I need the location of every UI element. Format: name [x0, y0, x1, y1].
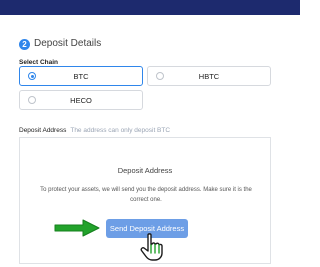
panel-title: Deposit Address [117, 166, 173, 175]
panel-description: To protect your assets, we will send you… [40, 187, 252, 203]
step-number-badge: 2 [19, 39, 30, 50]
deposit-address-hint: The address can only deposit BTC [70, 127, 171, 134]
chain-option-heco[interactable]: HECO [19, 90, 143, 110]
right-arrow-icon [54, 219, 100, 237]
chain-option-btc[interactable]: BTC [19, 66, 143, 86]
chain-option-label: HBTC [198, 72, 220, 81]
select-chain-label: Select Chain [19, 59, 59, 66]
hand-pointer-icon [140, 233, 163, 261]
deposit-address-label-text: Deposit Address [19, 127, 67, 134]
top-nav-bar [0, 0, 300, 15]
chain-option-label: HECO [70, 96, 92, 105]
section-title: Deposit Details [34, 38, 102, 49]
chain-option-hbtc[interactable]: HBTC [147, 66, 271, 86]
deposit-address-label: Deposit Address The address can only depo… [19, 127, 170, 134]
chain-option-label: BTC [73, 72, 89, 81]
